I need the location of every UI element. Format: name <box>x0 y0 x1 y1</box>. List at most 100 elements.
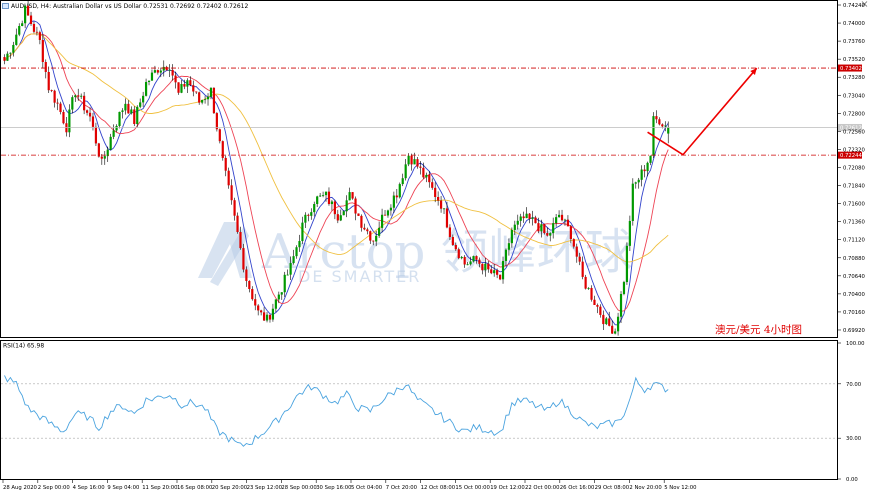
candle-body <box>557 214 561 218</box>
watermark: Arctop 领峰环球 DE SMARTER <box>198 222 633 286</box>
y-tick-label: 0.71120 <box>843 238 866 244</box>
candle-body <box>646 162 649 172</box>
candle-body <box>614 331 617 334</box>
main-plot-frame <box>0 0 838 338</box>
candle-body <box>475 256 478 260</box>
candle-body <box>599 306 602 315</box>
y-tick-label: 0.73280 <box>843 75 866 81</box>
candle <box>212 87 216 115</box>
candle-body <box>254 299 257 306</box>
candle-body <box>83 95 86 111</box>
level-price-label: 0.73402 <box>840 66 862 72</box>
candle-body <box>124 103 127 111</box>
candle-body <box>587 287 590 289</box>
chart-symbol-icon <box>2 3 9 9</box>
candle-body <box>410 155 413 165</box>
candle <box>62 109 65 125</box>
candle-body <box>498 274 502 280</box>
candle <box>236 212 239 234</box>
candle-body <box>286 274 289 276</box>
candle-body <box>209 87 213 97</box>
candle-body <box>307 214 310 216</box>
candle-body <box>369 231 372 241</box>
candle-body <box>142 95 145 103</box>
candle-body <box>159 70 162 73</box>
candle-body <box>560 214 564 221</box>
candle-body <box>555 217 558 224</box>
candle-body <box>395 195 398 198</box>
candle-body <box>549 233 552 236</box>
x-tick-label: 5 Nov 12:00 <box>664 485 697 491</box>
candle-body <box>71 97 74 110</box>
candle-body <box>162 66 165 71</box>
candle-body <box>357 213 360 216</box>
y-tick-label: 0.71360 <box>843 220 866 226</box>
candle-body <box>463 256 466 265</box>
candle-body <box>631 183 634 221</box>
candle-body <box>667 127 670 134</box>
candle-body <box>493 270 496 274</box>
candle-body <box>351 192 354 199</box>
candle-body <box>112 130 115 137</box>
candle-body <box>56 102 59 104</box>
candle-body <box>218 129 221 142</box>
x-tick-label: 2 Sep 00:00 <box>38 485 71 491</box>
candle-body <box>180 84 183 93</box>
candle-body <box>12 44 15 53</box>
candle-body <box>392 195 395 208</box>
x-tick-label: 16 Sep 08:00 <box>177 485 213 491</box>
candle-body <box>481 263 484 271</box>
candle-body <box>413 159 416 165</box>
candle-body <box>330 201 334 205</box>
candle-body <box>292 256 295 264</box>
candle-body <box>109 136 112 150</box>
candle-body <box>552 223 555 234</box>
candle-body <box>103 156 106 159</box>
candle-body <box>602 314 605 325</box>
candle-body <box>35 31 39 33</box>
candle-body <box>372 240 375 242</box>
candle-body <box>540 224 543 232</box>
candle-body <box>280 292 283 295</box>
candle-body <box>310 212 313 216</box>
x-tick-label: 4 Sep 16:00 <box>73 485 106 491</box>
candle-body <box>596 305 599 307</box>
candle-body <box>301 222 304 242</box>
candle-body <box>496 270 499 275</box>
candle-body <box>133 109 136 125</box>
x-tick-label: 5 Oct 04:00 <box>351 485 383 491</box>
candle-body <box>434 187 437 197</box>
candle-body <box>324 191 328 196</box>
y-tick-label: 0.71840 <box>843 184 866 190</box>
candle-body <box>59 103 62 112</box>
candle-body <box>91 116 95 127</box>
y-tick-label: 0.72320 <box>843 147 866 153</box>
rsi-title: RSI(14) 65.98 <box>3 343 44 350</box>
candle <box>242 243 245 273</box>
candle-body <box>9 52 12 54</box>
candle-body <box>274 299 277 309</box>
candle-body <box>513 224 516 230</box>
x-tick-label: 15 Oct 00:00 <box>455 485 490 491</box>
candle-body <box>174 75 177 83</box>
candle <box>457 247 460 260</box>
candle-body <box>74 95 77 98</box>
candle-body <box>130 109 133 114</box>
x-tick-label: 29 Oct 08:00 <box>595 485 630 491</box>
candle-body <box>97 143 100 157</box>
candle-body <box>507 243 511 250</box>
candle-body <box>333 201 336 215</box>
candle-body <box>616 316 620 332</box>
x-tick-label: 11 Sep 20:00 <box>142 485 178 491</box>
x-tick-label: 9 Sep 04:00 <box>107 485 140 491</box>
y-tick-label: 0.74000 <box>843 21 866 27</box>
candle-body <box>525 213 528 219</box>
candle-body <box>593 299 596 306</box>
candle-body <box>53 90 56 103</box>
x-tick-label: 7 Oct 20:00 <box>386 485 418 491</box>
candle-body <box>664 125 667 127</box>
candle-body <box>88 112 92 117</box>
candle-body <box>590 287 593 300</box>
candle-body <box>649 155 652 163</box>
candle-body <box>127 103 130 114</box>
